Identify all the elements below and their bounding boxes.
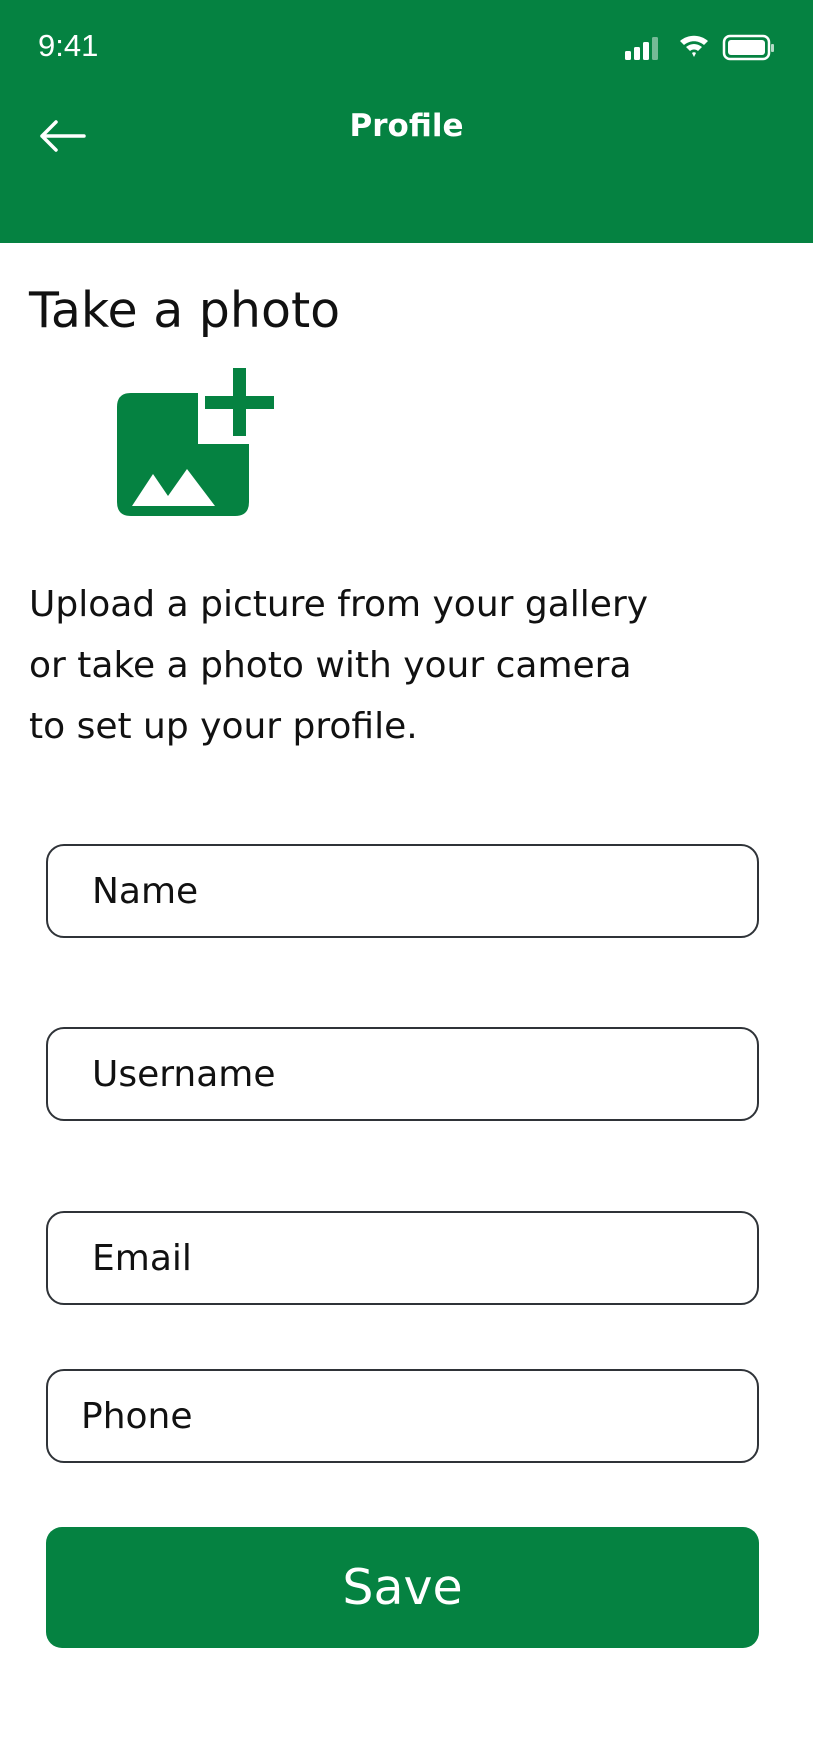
status-icons	[625, 34, 774, 61]
take-photo-title: Take a photo	[29, 282, 341, 339]
email-input[interactable]	[92, 1237, 757, 1279]
page-title: Profile	[349, 108, 464, 144]
instruction-line: Upload a picture from your gallery	[29, 584, 649, 625]
username-input[interactable]	[92, 1053, 757, 1095]
instruction-line: or take a photo with your camera	[29, 645, 632, 686]
profile-screen: 9:41 Profile Take a photo Upload a pictu…	[0, 0, 813, 1759]
photo-instructions: Upload a picture from your gallery or ta…	[29, 574, 769, 757]
name-input[interactable]	[92, 870, 757, 912]
app-header: 9:41 Profile	[0, 0, 813, 243]
wifi-icon	[680, 35, 708, 57]
username-field[interactable]	[46, 1027, 759, 1121]
phone-input[interactable]	[81, 1395, 757, 1437]
add-photo-button[interactable]	[113, 366, 276, 529]
battery-icon	[722, 34, 774, 61]
save-button[interactable]: Save	[46, 1527, 759, 1648]
status-time: 9:41	[38, 28, 99, 63]
instruction-line: to set up your profile.	[29, 706, 418, 747]
phone-field[interactable]	[46, 1369, 759, 1463]
email-field[interactable]	[46, 1211, 759, 1305]
add-photo-icon	[117, 368, 274, 516]
signal-icon	[625, 37, 658, 60]
name-field[interactable]	[46, 844, 759, 938]
